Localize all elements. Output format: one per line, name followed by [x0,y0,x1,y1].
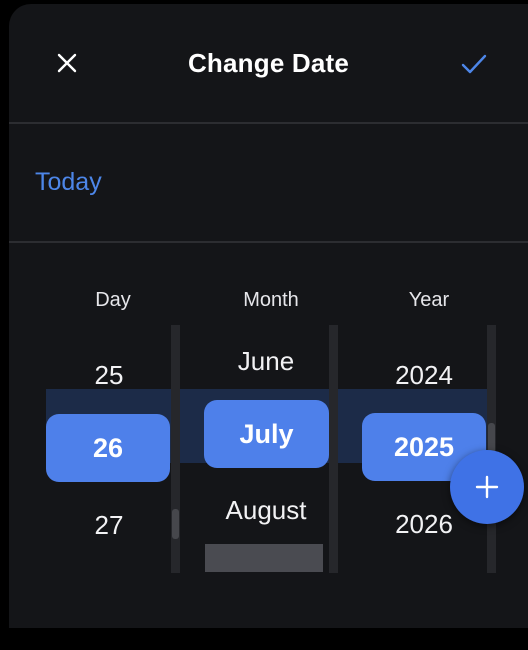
day-option-above[interactable]: 25 [49,360,169,391]
dialog-header: Change Date [9,4,528,123]
day-scroll-thumb[interactable] [172,509,179,539]
day-option-selected[interactable]: 26 [46,414,170,482]
month-option-below[interactable]: August [205,495,327,526]
year-option-above[interactable]: 2024 [363,360,485,391]
day-scrollbar[interactable] [171,325,180,573]
month-option-selected[interactable]: July [204,400,329,468]
add-button[interactable] [450,450,524,524]
day-column-header: Day [95,289,131,311]
day-option-below[interactable]: 27 [49,510,169,541]
header-divider [9,122,528,124]
plus-icon [475,475,499,499]
year-column-header: Year [408,289,450,311]
checkmark-icon [461,54,487,74]
today-divider [9,241,528,243]
today-button[interactable]: Today [35,168,102,197]
dialog-title: Change Date [187,48,350,78]
year-scrollbar[interactable] [487,325,496,573]
change-date-dialog: Change Date Today Day Month Year 25 26 2… [9,4,528,628]
month-partial-item [205,544,323,572]
year-scroll-thumb[interactable] [488,423,495,453]
month-scrollbar[interactable] [329,325,338,573]
month-column-header: Month [243,289,299,311]
confirm-button[interactable] [458,48,490,80]
month-option-above[interactable]: June [205,346,327,377]
